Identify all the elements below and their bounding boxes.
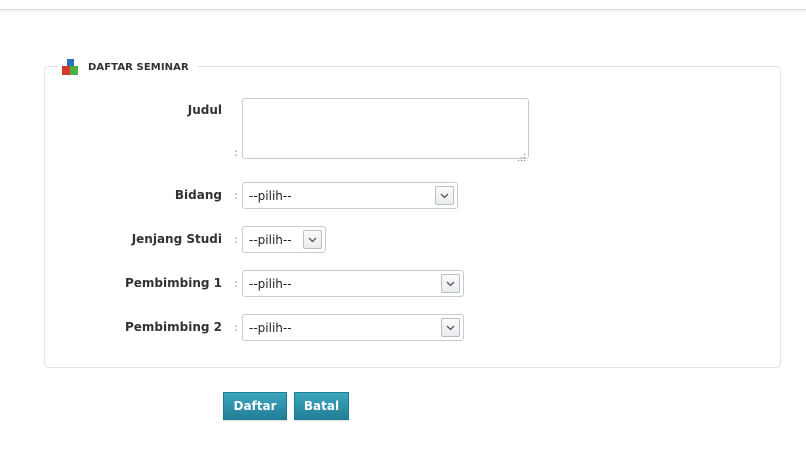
chevron-down-icon[interactable]: [441, 318, 460, 337]
pembimbing-2-label: Pembimbing 2: [124, 320, 222, 334]
batal-button[interactable]: Batal: [294, 392, 349, 420]
pembimbing-1-select[interactable]: --pilih--: [242, 270, 464, 297]
bidang-separator: :: [234, 189, 238, 202]
pembimbing-1-label: Pembimbing 1: [124, 276, 222, 290]
resize-grip-icon[interactable]: [517, 147, 526, 162]
jenjang-studi-select[interactable]: --pilih--: [242, 226, 326, 253]
section-title: DAFTAR SEMINAR: [88, 61, 189, 73]
bidang-label: Bidang: [174, 188, 222, 202]
daftar-button[interactable]: Daftar: [223, 392, 287, 420]
jenjang-studi-separator: :: [234, 233, 238, 246]
bidang-selected-value: --pilih--: [249, 188, 292, 203]
pembimbing-2-select[interactable]: --pilih--: [242, 314, 464, 341]
pembimbing-2-selected-value: --pilih--: [249, 320, 292, 335]
jenjang-studi-label: Jenjang Studi: [131, 232, 222, 246]
chevron-down-icon[interactable]: [303, 230, 322, 249]
fieldset-legend: DAFTAR SEMINAR: [58, 57, 197, 77]
judul-separator: :: [234, 146, 238, 159]
top-divider-shadow: [0, 10, 806, 12]
chevron-down-icon[interactable]: [441, 274, 460, 293]
judul-label: Judul: [187, 103, 222, 117]
blocks-icon: [62, 58, 79, 76]
pembimbing-1-selected-value: --pilih--: [249, 276, 292, 291]
jenjang-studi-selected-value: --pilih--: [249, 232, 292, 247]
pembimbing-1-separator: :: [234, 277, 238, 290]
judul-textarea[interactable]: [242, 98, 529, 159]
chevron-down-icon[interactable]: [435, 186, 454, 205]
pembimbing-2-separator: :: [234, 321, 238, 334]
bidang-select[interactable]: --pilih--: [242, 182, 458, 209]
